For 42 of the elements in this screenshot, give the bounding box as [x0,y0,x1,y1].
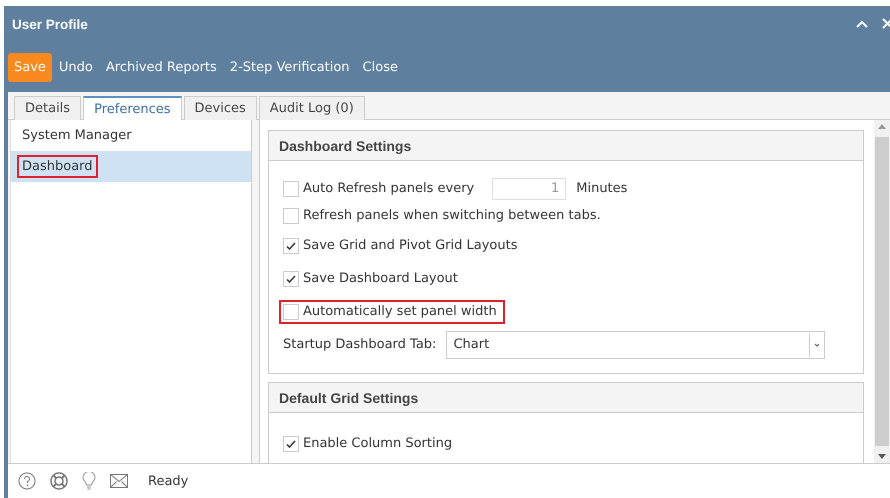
checkbox-label: Automatically set panel width [303,304,497,319]
scroll-down-icon[interactable] [878,454,886,459]
checkbox-label: Save Dashboard Layout [303,271,458,286]
scroll-up-icon[interactable] [878,124,886,129]
toolbar-button[interactable]: Archived Reports [100,52,223,82]
window-title: User Profile [12,16,88,32]
toolbar-button[interactable]: 2-Step Verification [224,52,356,82]
tab[interactable]: Devices [184,96,257,120]
collapse-icon[interactable] [856,20,868,28]
checkbox[interactable] [283,304,299,320]
lifebuoy-icon[interactable] [50,472,68,490]
toolbar-button[interactable]: Close [356,52,404,82]
section-title: Dashboard Settings [269,131,863,161]
checkbox-label: Enable Column Sorting [303,436,452,451]
lightbulb-icon[interactable] [82,472,96,490]
tab[interactable]: Audit Log (0) [258,96,365,120]
checkmark-icon [285,272,297,284]
checkmark-icon [285,438,297,450]
tab[interactable]: Preferences [83,96,182,121]
checkbox-label: Save Grid and Pivot Grid Layouts [303,238,518,253]
checkbox-label: Refresh panels when switching between tabs. [303,208,601,223]
dropdown-field[interactable]: Chart [446,330,825,358]
field-label: Startup Dashboard Tab: [283,337,436,352]
sidebar-item[interactable]: System Manager [11,120,251,151]
status-text: Ready [148,474,188,488]
checkbox[interactable] [283,436,299,452]
checkbox-label: Auto Refresh panels every [303,181,474,196]
checkmark-icon [285,240,297,252]
checkbox[interactable] [283,270,299,286]
minutes-field[interactable]: 1 [492,178,566,200]
envelope-icon[interactable] [110,474,128,488]
checkbox[interactable] [283,208,299,224]
unit-label: Minutes [576,181,628,196]
sidebar-item[interactable]: Dashboard [11,151,251,182]
help-icon[interactable] [18,472,36,490]
checkbox[interactable] [283,180,299,196]
section-title: Default Grid Settings [269,383,863,413]
scrollbar[interactable] [874,120,890,463]
checkbox[interactable] [283,238,299,254]
close-icon[interactable] [882,18,890,30]
toolbar-button[interactable]: Undo [52,52,99,82]
tab[interactable]: Details [14,96,82,120]
